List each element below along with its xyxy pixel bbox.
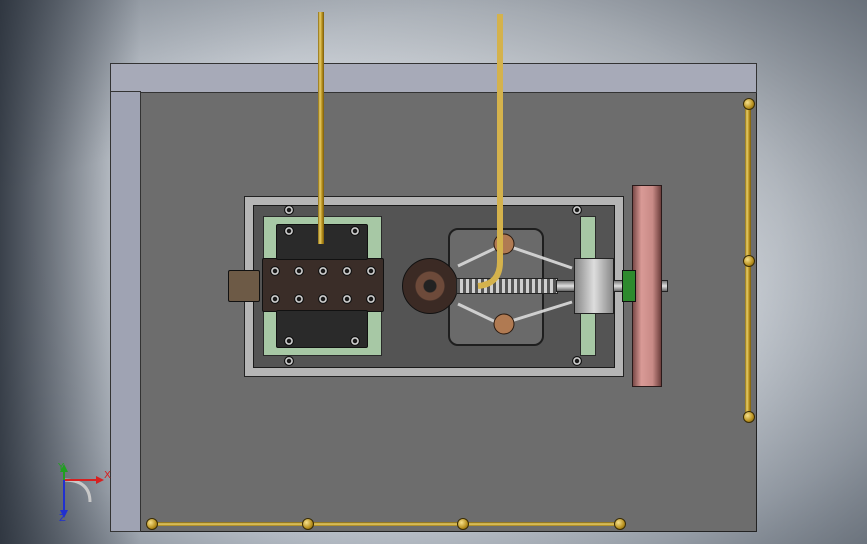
cylinder-bolt: [342, 294, 352, 304]
triad-x-label: X: [104, 470, 111, 481]
cylinder-bolt: [366, 294, 376, 304]
pipe-fitting[interactable]: [614, 518, 626, 530]
pipe-fitting[interactable]: [743, 411, 755, 423]
flywheel-hub[interactable]: [622, 270, 636, 302]
mount-bolt: [350, 336, 360, 346]
pipe-fitting[interactable]: [743, 255, 755, 267]
pipe-fitting[interactable]: [457, 518, 469, 530]
lead-screw[interactable]: [456, 278, 558, 294]
pipe-fitting[interactable]: [146, 518, 158, 530]
frame-bolt: [284, 356, 294, 366]
cylinder-bolt: [366, 266, 376, 276]
cylinder-bolt: [270, 266, 280, 276]
mount-bolt: [284, 226, 294, 236]
cylinder-bolt: [318, 266, 328, 276]
cylinder-bolt: [294, 266, 304, 276]
flywheel[interactable]: [632, 185, 662, 387]
cylinder-bolt: [294, 294, 304, 304]
frame-bolt: [572, 205, 582, 215]
frame-bolt: [572, 356, 582, 366]
mount-bolt: [350, 226, 360, 236]
pipe-fitting[interactable]: [743, 98, 755, 110]
brass-pipe-inlet[interactable]: [318, 12, 324, 244]
bearing-block[interactable]: [574, 258, 614, 314]
brass-pipe-bottom[interactable]: [150, 522, 620, 526]
cylinder-bolt: [318, 294, 328, 304]
cylinder-bolt: [342, 266, 352, 276]
cylinder-bolt: [270, 294, 280, 304]
mount-bolt: [284, 336, 294, 346]
pipe-fitting[interactable]: [302, 518, 314, 530]
base-top-rail[interactable]: [110, 63, 757, 93]
cad-model[interactable]: [0, 0, 867, 544]
triad-z-label: Z: [59, 513, 66, 524]
base-left-rail[interactable]: [110, 91, 141, 532]
crank-disc[interactable]: [402, 258, 458, 314]
frame-bolt: [284, 205, 294, 215]
orientation-triad[interactable]: X Y Z: [50, 462, 111, 526]
triad-y-label: Y: [58, 462, 65, 473]
cylinder-endcap[interactable]: [228, 270, 260, 302]
